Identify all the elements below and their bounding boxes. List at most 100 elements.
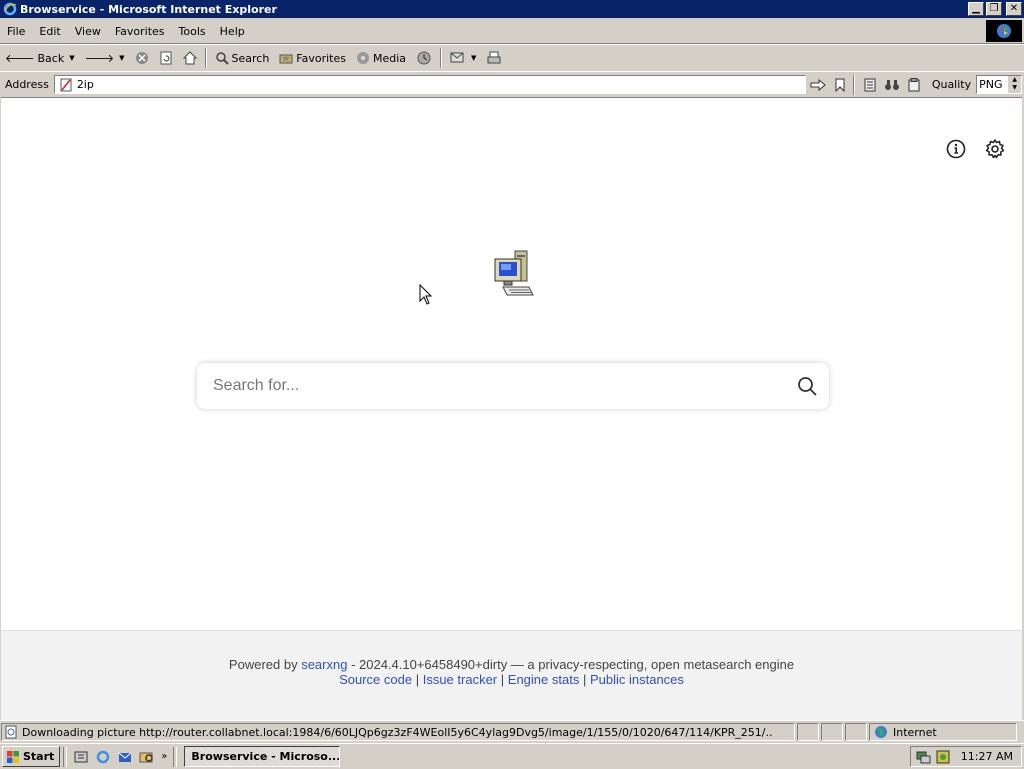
back-dropdown-icon[interactable]: ▼ <box>69 54 74 62</box>
footer-separator: | <box>415 672 420 687</box>
source-code-link[interactable]: Source code <box>339 672 412 687</box>
quality-label: Quality <box>931 78 972 91</box>
address-label: Address <box>5 78 49 91</box>
quicklaunch-explorer[interactable] <box>138 748 156 766</box>
zone-label: Internet <box>893 725 937 739</box>
find-button[interactable] <box>882 75 902 95</box>
restore-button[interactable]: ❐ <box>986 2 1002 16</box>
page-footer: Powered by searxng - 2024.4.10+6458490+d… <box>1 630 1022 720</box>
computer-logo-icon <box>494 250 534 296</box>
search-button[interactable]: Search <box>210 47 275 69</box>
mail-button[interactable]: ▼ <box>445 47 481 69</box>
spin-up-icon[interactable]: ▲ <box>1012 76 1017 84</box>
history-icon <box>417 51 431 65</box>
windows-logo-throbber <box>986 20 1022 42</box>
quicklaunch-desktop[interactable] <box>72 748 90 766</box>
save-page-button[interactable] <box>860 75 880 95</box>
window-title: Browservice - Microsoft Internet Explore… <box>20 2 277 16</box>
windows-logo-icon <box>997 24 1011 38</box>
footer-version-text: - 2024.4.10+6458490+dirty — a privacy-re… <box>347 657 795 672</box>
quicklaunch-chevron-icon[interactable]: » <box>161 751 167 762</box>
address-separator <box>852 74 855 95</box>
footer-powered-line: Powered by searxng - 2024.4.10+6458490+d… <box>1 657 1022 672</box>
clipboard-button[interactable] <box>904 75 924 95</box>
close-button[interactable]: ✕ <box>1006 2 1022 16</box>
bookmark-button[interactable] <box>830 75 850 95</box>
refresh-button[interactable] <box>154 47 178 69</box>
info-icon[interactable] <box>945 138 967 160</box>
quality-select[interactable]: PNG ▲ ▼ <box>976 75 1023 94</box>
toolbar-separator <box>204 48 207 68</box>
favorites-button[interactable]: Favorites <box>274 47 351 69</box>
footer-separator: | <box>582 672 587 687</box>
media-label: Media <box>373 51 407 65</box>
security-zone-pane: Internet <box>869 723 1017 741</box>
search-label: Search <box>231 51 270 65</box>
address-field[interactable] <box>53 75 806 94</box>
footer-links: Source code | Issue tracker | Engine sta… <box>1 672 1022 687</box>
spin-down-icon[interactable]: ▼ <box>1012 84 1017 92</box>
search-icon[interactable] <box>797 376 817 396</box>
standard-toolbar: 🡐 Back ▼ 🡒 ▼ Search Favorites Media ▼ <box>0 44 1024 72</box>
quality-value: PNG <box>979 78 1003 91</box>
issue-tracker-link[interactable]: Issue tracker <box>423 672 497 687</box>
clipboard-icon <box>908 77 920 91</box>
menu-tools[interactable]: Tools <box>172 25 213 38</box>
ie-quicklaunch-icon <box>97 750 110 763</box>
mouse-cursor-icon <box>419 284 433 305</box>
footer-separator: | <box>500 672 505 687</box>
address-bar: Address Quality PNG ▲ ▼ <box>0 71 1024 97</box>
web-content: Powered by searxng - 2024.4.10+6458490+d… <box>1 97 1022 720</box>
menu-file[interactable]: File <box>0 25 32 38</box>
home-button[interactable] <box>178 47 202 69</box>
search-box[interactable] <box>197 363 829 409</box>
status-pane-lock <box>821 723 843 741</box>
quality-spinner[interactable]: ▲ ▼ <box>1008 76 1022 93</box>
status-pane-blank <box>845 723 867 741</box>
volume-icon[interactable] <box>935 749 951 765</box>
start-button[interactable]: Start <box>2 746 61 767</box>
back-arrow-icon: 🡐 <box>5 52 35 65</box>
show-desktop-icon <box>74 751 88 762</box>
media-button[interactable]: Media <box>351 47 411 69</box>
mail-dropdown-icon[interactable]: ▼ <box>471 54 476 62</box>
print-button[interactable] <box>481 47 507 69</box>
status-page-icon <box>5 725 17 739</box>
searxng-link[interactable]: searxng <box>301 657 347 672</box>
mail-icon <box>450 52 464 63</box>
outlook-icon <box>118 752 132 762</box>
quicklaunch-outlook[interactable] <box>116 748 134 766</box>
menu-help[interactable]: Help <box>213 25 252 38</box>
minimize-button[interactable]: ▁ <box>968 2 984 16</box>
binoculars-icon <box>884 79 899 90</box>
back-button[interactable]: 🡐 Back ▼ <box>0 47 80 69</box>
favorites-folder-icon <box>279 54 293 64</box>
go-button[interactable] <box>808 75 828 95</box>
gear-icon[interactable] <box>983 137 1007 161</box>
menu-favorites[interactable]: Favorites <box>108 25 172 38</box>
footer-powered-text: Powered by <box>228 657 298 672</box>
menu-view[interactable]: View <box>68 25 108 38</box>
public-instances-link[interactable]: Public instances <box>590 672 684 687</box>
forward-arrow-icon: 🡒 <box>84 52 115 65</box>
favorites-label: Favorites <box>296 51 346 65</box>
ie-icon <box>3 2 17 16</box>
media-icon <box>357 52 369 64</box>
network-icon[interactable] <box>915 749 931 765</box>
stop-button[interactable] <box>130 47 154 69</box>
globe-icon <box>875 726 887 738</box>
home-icon <box>182 51 197 65</box>
quicklaunch-ie[interactable] <box>94 748 112 766</box>
status-text-pane: Downloading picture http://router.collab… <box>1 723 795 741</box>
title-bar: Browservice - Microsoft Internet Explore… <box>0 0 1024 18</box>
address-input[interactable] <box>76 78 777 91</box>
menu-edit[interactable]: Edit <box>32 25 67 38</box>
folder-search-icon <box>139 752 154 762</box>
engine-stats-link[interactable]: Engine stats <box>508 672 580 687</box>
forward-button[interactable]: 🡒 ▼ <box>80 47 130 69</box>
refresh-icon <box>160 51 171 65</box>
search-input[interactable] <box>211 376 785 396</box>
forward-dropdown-icon[interactable]: ▼ <box>119 54 124 62</box>
history-button[interactable] <box>411 47 437 69</box>
taskbar-button-browservice[interactable]: Browservice - Microso... <box>184 746 341 767</box>
